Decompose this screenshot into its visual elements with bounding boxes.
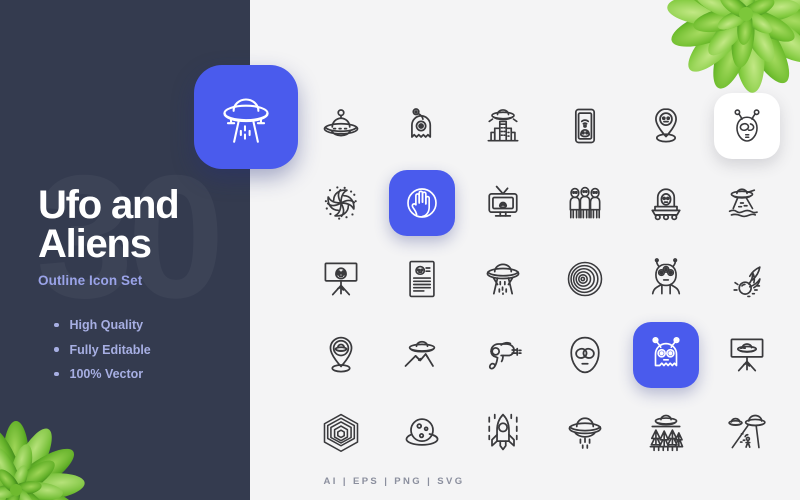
icon-cell-ufo-beam-dots[interactable] [544, 394, 625, 470]
page-subtitle: Outline Icon Set [38, 273, 143, 289]
feature-list: High Quality Fully Editable 100% Vector [54, 318, 151, 392]
icon-cell-alien-crowd[interactable] [544, 164, 625, 240]
feature-item: High Quality [54, 318, 151, 332]
ufo-over-mountains-icon [400, 333, 444, 377]
icon-cell-alien-tv[interactable] [463, 164, 544, 240]
icon-cell-ufo-over-city[interactable] [463, 88, 544, 164]
page-title-line-2: Aliens [38, 222, 152, 267]
feature-item: 100% Vector [54, 367, 151, 381]
icon-cell-ufo-location-pin[interactable] [300, 317, 381, 393]
ufo-with-beam-icon [213, 84, 279, 150]
ufo-sign-board-icon [725, 333, 769, 377]
ufo-beam-dots-icon [563, 410, 607, 454]
icon-cell-galaxy-spiral[interactable] [300, 164, 381, 240]
ufo-abduction-beam-icon [481, 257, 525, 301]
icon-set-poster: 30 Ufo and Aliens Outline Icon Set High … [0, 0, 800, 500]
alien-face-icon [563, 333, 607, 377]
alien-head-antennae-icon [727, 106, 767, 146]
icon-cell-ufo-sign-board[interactable] [707, 317, 788, 393]
icon-cell-ufo-abduction-beam[interactable] [463, 241, 544, 317]
ufo-landscape-beam-icon [725, 181, 769, 225]
hexagon-crop-circle-icon [319, 410, 363, 454]
icon-cell-rocket-launch[interactable] [463, 394, 544, 470]
icon-cell-alien-hand[interactable] [381, 164, 462, 240]
featured-logo-tile [194, 65, 298, 169]
bullet-icon [54, 371, 59, 377]
title-block: Ufo and Aliens Outline Icon Set [38, 183, 248, 289]
icon-cell-flying-saucer[interactable] [300, 88, 381, 164]
three-eyed-alien-icon [644, 257, 688, 301]
icon-cell-alien-phone-signal[interactable] [544, 88, 625, 164]
feature-label: High Quality [69, 318, 144, 332]
alien-phone-signal-icon [563, 104, 607, 148]
crop-circle-rings-icon [563, 257, 607, 301]
feature-label: Fully Editable [69, 342, 151, 357]
ray-gun-icon [481, 333, 525, 377]
icon-cell-ringed-planet[interactable] [381, 394, 462, 470]
ringed-planet-icon [400, 410, 444, 454]
alien-ghost-icon [400, 104, 444, 148]
icon-cell-ufo-landscape-beam[interactable] [707, 164, 788, 240]
icon-cell-alien-monster[interactable] [625, 317, 706, 393]
bullet-icon [54, 347, 59, 352]
ufo-abducting-person-icon [725, 410, 769, 454]
icon-cell-alien-ghost[interactable] [381, 88, 462, 164]
alien-pod-ship-icon [644, 181, 688, 225]
icon-cell-alien-billboard[interactable] [300, 241, 381, 317]
bullet-icon [54, 322, 59, 328]
page-title-line-1: Ufo and [38, 183, 180, 227]
rocket-launch-icon [481, 410, 525, 454]
icon-cell-hexagon-crop-circle[interactable] [300, 394, 381, 470]
icon-cell-ufo-abducting-person[interactable] [707, 394, 788, 470]
icon-cell-ufo-over-forest[interactable] [625, 394, 706, 470]
icon-cell-crop-circle-rings[interactable] [544, 241, 625, 317]
icon-cell-ufo-over-mountains[interactable] [381, 317, 462, 393]
file-formats-label: AI | EPS | PNG | SVG [323, 476, 465, 487]
flying-saucer-icon [319, 104, 363, 148]
feature-label: 100% Vector [69, 367, 144, 381]
feature-item: Fully Editable [54, 343, 151, 357]
icon-cell-three-eyed-alien[interactable] [625, 241, 706, 317]
ufo-over-city-icon [481, 104, 525, 148]
ufo-over-forest-icon [644, 410, 688, 454]
icon-cell-ray-gun[interactable] [463, 317, 544, 393]
icon-cell-alien-document[interactable] [381, 241, 462, 317]
alien-tv-icon [481, 181, 525, 225]
alien-monster-icon [645, 334, 687, 376]
meteor-comet-icon [725, 257, 769, 301]
alien-hand-icon [401, 182, 443, 224]
galaxy-spiral-icon [319, 181, 363, 225]
icon-grid [300, 88, 788, 470]
icon-cell-alien-head-antennae[interactable] [707, 88, 788, 164]
icon-cell-alien-location-pin[interactable] [625, 88, 706, 164]
alien-crowd-icon [563, 181, 607, 225]
alien-document-icon [400, 257, 444, 301]
icon-cell-meteor-comet[interactable] [707, 241, 788, 317]
icon-cell-alien-pod-ship[interactable] [625, 164, 706, 240]
alien-billboard-icon [319, 257, 363, 301]
alien-location-pin-icon [644, 104, 688, 148]
ufo-location-pin-icon [319, 333, 363, 377]
icon-cell-alien-face[interactable] [544, 317, 625, 393]
